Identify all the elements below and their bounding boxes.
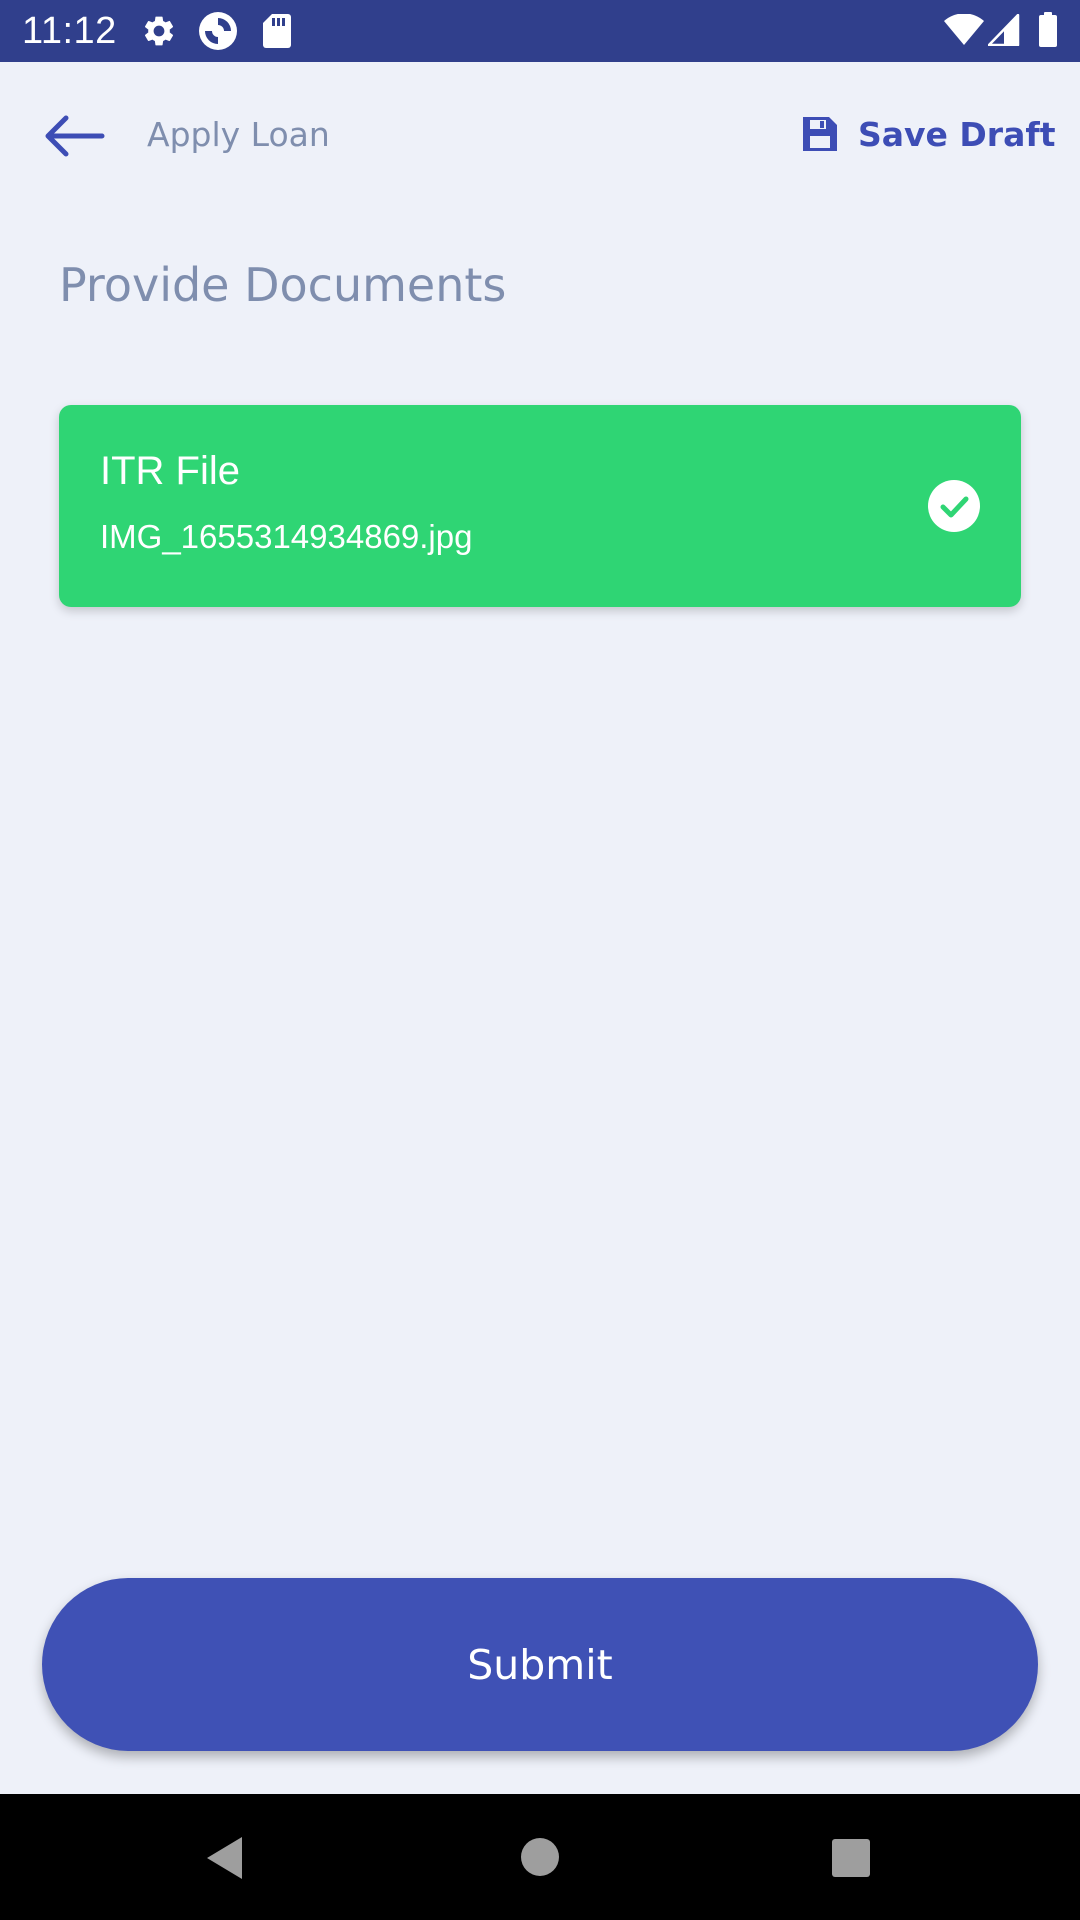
submit-button[interactable]: Submit: [42, 1578, 1038, 1751]
page-title: Apply Loan: [147, 115, 330, 154]
settings-icon: [144, 16, 174, 46]
status-bar: 11:12: [0, 0, 1080, 62]
status-time: 11:12: [22, 10, 117, 52]
submit-label: Submit: [467, 1640, 613, 1689]
back-button[interactable]: [34, 104, 114, 168]
document-title: ITR File: [100, 449, 240, 493]
arrow-left-icon: [45, 115, 105, 157]
floppy-disk-icon: [803, 117, 837, 151]
wifi-icon: [944, 14, 984, 45]
back-triangle-icon[interactable]: [204, 1835, 246, 1881]
save-draft-button[interactable]: Save Draft: [800, 108, 1055, 160]
system-nav-bar: [0, 1794, 1080, 1920]
cell-signal-icon: [988, 14, 1020, 46]
save-draft-label: Save Draft: [858, 114, 1056, 154]
home-circle-icon[interactable]: [520, 1837, 560, 1877]
document-card[interactable]: ITR File IMG_1655314934869.jpg: [59, 405, 1021, 607]
sync-app-icon: [199, 12, 237, 50]
battery-icon: [1039, 12, 1057, 47]
sd-card-icon: [263, 14, 291, 48]
check-circle-icon: [928, 480, 980, 532]
recents-square-icon[interactable]: [831, 1838, 871, 1878]
document-filename: IMG_1655314934869.jpg: [100, 518, 473, 555]
section-heading: Provide Documents: [59, 258, 507, 312]
